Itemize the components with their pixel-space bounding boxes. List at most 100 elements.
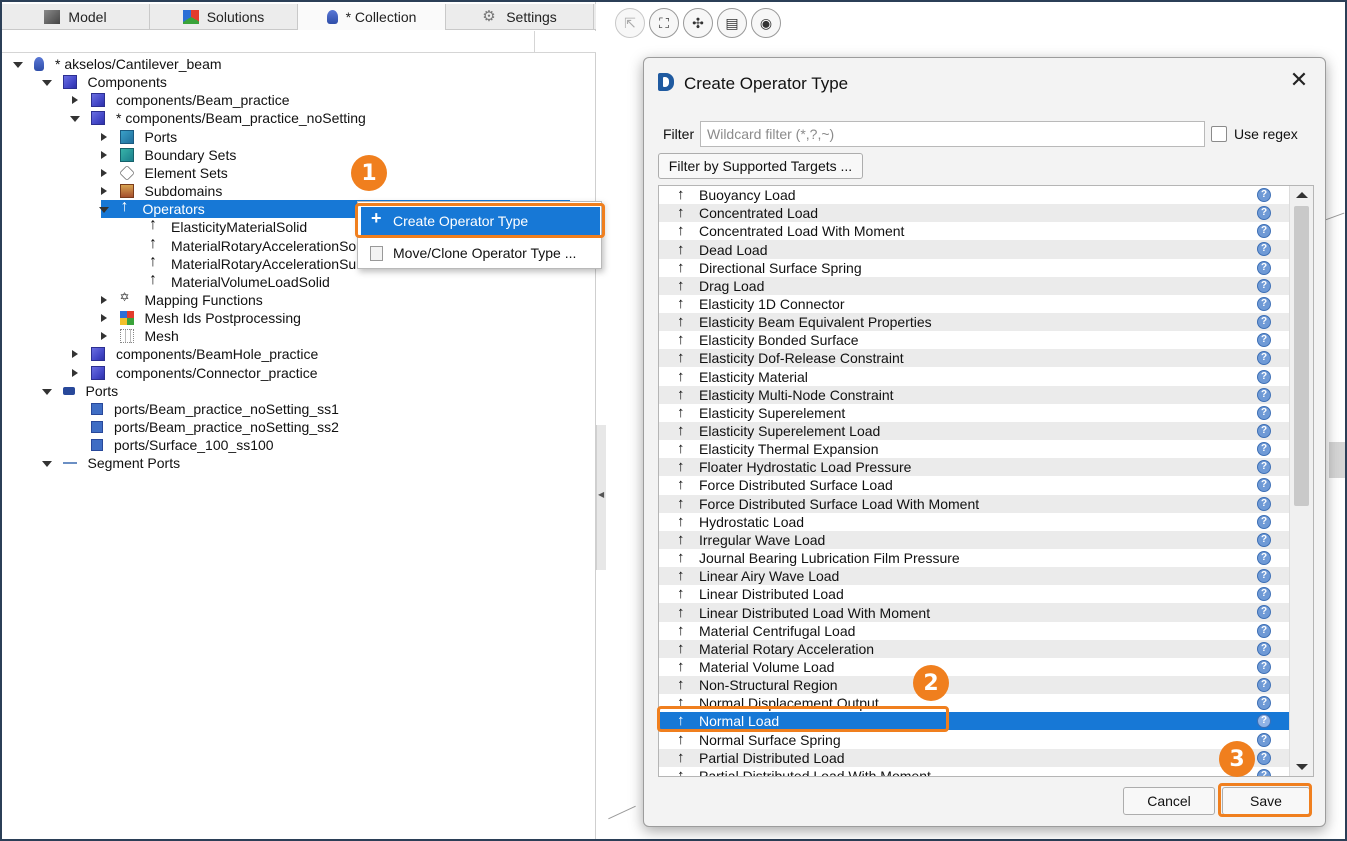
help-icon[interactable]: ?: [1257, 460, 1271, 475]
tree-item[interactable]: * akselos/Cantilever_beam: [12, 55, 222, 73]
list-item[interactable]: ↑ Elasticity Multi-Node Constraint?: [659, 385, 1289, 404]
cancel-button[interactable]: Cancel: [1123, 787, 1215, 815]
help-icon[interactable]: ?: [1257, 768, 1271, 776]
list-item[interactable]: ↑ Linear Distributed Load?: [659, 585, 1289, 603]
tree-item[interactable]: ports/Beam_practice_noSetting_ss1: [69, 400, 339, 418]
collapse-arrow-icon[interactable]: [98, 203, 110, 215]
collapse-arrow-icon[interactable]: [41, 385, 53, 397]
tab-settings[interactable]: ⚙ Settings: [446, 4, 594, 30]
help-icon[interactable]: ?: [1257, 296, 1271, 311]
list-scrollbar[interactable]: [1289, 186, 1313, 776]
tab-collection[interactable]: * Collection: [298, 4, 446, 30]
list-item[interactable]: ↑ Partial Distributed Load With Moment?: [659, 767, 1289, 776]
list-item[interactable]: ↑ Normal Surface Spring?: [659, 731, 1289, 749]
tree-item[interactable]: Element Sets: [98, 164, 228, 182]
list-item[interactable]: ↑ Elasticity Material?: [659, 368, 1289, 386]
list-item[interactable]: ↑ Journal Bearing Lubrication Film Pressu…: [659, 549, 1289, 567]
layers-icon[interactable]: ▤: [717, 8, 747, 38]
tree-item[interactable]: ports/Beam_practice_noSetting_ss2: [69, 418, 339, 436]
tab-model[interactable]: Model: [2, 4, 150, 30]
help-icon[interactable]: ?: [1257, 732, 1271, 747]
expand-arrow-icon[interactable]: [98, 167, 110, 179]
tree-item[interactable]: MaterialRotaryAccelerationSo: [126, 235, 356, 255]
scroll-down-icon[interactable]: [1296, 764, 1308, 770]
help-icon[interactable]: ?: [1257, 387, 1271, 402]
collapse-arrow-icon[interactable]: [12, 58, 24, 70]
list-item[interactable]: ↑ Elasticity Beam Equivalent Properties?: [659, 313, 1289, 332]
tree-item[interactable]: Ports: [98, 128, 177, 146]
splitter-arrow-icon[interactable]: ◀: [598, 490, 604, 499]
help-icon[interactable]: ?: [1257, 496, 1271, 511]
tree-item[interactable]: * components/Beam_practice_noSetting: [69, 109, 366, 127]
help-icon[interactable]: ?: [1257, 442, 1271, 457]
help-icon[interactable]: ?: [1257, 714, 1271, 729]
use-regex-checkbox[interactable]: [1211, 126, 1227, 142]
filter-input[interactable]: [700, 121, 1205, 147]
tree-item[interactable]: MaterialVolumeLoadSolid: [126, 271, 330, 291]
help-icon[interactable]: ?: [1257, 315, 1271, 330]
expand-arrow-icon[interactable]: [69, 348, 81, 360]
list-item[interactable]: ↑ Material Centrifugal Load?: [659, 622, 1289, 640]
help-icon[interactable]: ?: [1257, 623, 1271, 638]
help-icon[interactable]: ?: [1257, 478, 1271, 493]
tree-item[interactable]: ports/Surface_100_ss100: [69, 436, 274, 454]
list-item[interactable]: ↑ Elasticity Bonded Surface?: [659, 331, 1289, 349]
help-icon[interactable]: ?: [1257, 696, 1271, 711]
help-icon[interactable]: ?: [1257, 605, 1271, 620]
expand-arrow-icon[interactable]: [98, 185, 110, 197]
list-item[interactable]: ↑ Buoyancy Load?: [659, 186, 1289, 204]
select-pointer-icon[interactable]: ⇱: [615, 8, 645, 38]
fit-view-icon[interactable]: ⛶: [649, 8, 679, 38]
list-item[interactable]: ↑ Concentrated Load?: [659, 204, 1289, 223]
list-item[interactable]: ↑ Concentrated Load With Moment?: [659, 222, 1289, 240]
scroll-up-icon[interactable]: [1296, 192, 1308, 198]
list-item[interactable]: ↑ Hydrostatic Load?: [659, 513, 1289, 531]
expand-arrow-icon[interactable]: [98, 131, 110, 143]
help-icon[interactable]: ?: [1257, 224, 1271, 239]
tree-item[interactable]: Subdomains: [98, 182, 222, 200]
close-icon[interactable]: ✕: [1287, 68, 1311, 92]
help-icon[interactable]: ?: [1257, 369, 1271, 384]
list-item[interactable]: ↑ Material Rotary Acceleration?: [659, 639, 1289, 658]
list-item[interactable]: ↑ Material Volume Load?: [659, 658, 1289, 676]
tab-solutions[interactable]: Solutions: [150, 4, 298, 30]
help-icon[interactable]: ?: [1257, 532, 1271, 547]
tree-item[interactable]: Components: [41, 73, 167, 91]
list-item[interactable]: ↑ Directional Surface Spring?: [659, 259, 1289, 277]
list-item[interactable]: ↑ Linear Airy Wave Load?: [659, 567, 1289, 586]
help-icon[interactable]: ?: [1257, 333, 1271, 348]
filter-by-targets-button[interactable]: Filter by Supported Targets ...: [658, 153, 863, 179]
help-icon[interactable]: ?: [1257, 551, 1271, 565]
list-item[interactable]: ↑ Force Distributed Surface Load With Mom…: [659, 494, 1289, 513]
tree-item[interactable]: Mesh: [98, 327, 179, 345]
help-icon[interactable]: ?: [1257, 587, 1271, 602]
list-item[interactable]: ↑ Elasticity Thermal Expansion?: [659, 440, 1289, 458]
help-icon[interactable]: ?: [1257, 405, 1271, 420]
tree-item[interactable]: components/Connector_practice: [69, 364, 318, 382]
list-item[interactable]: ↑ Floater Hydrostatic Load Pressure?: [659, 458, 1289, 477]
help-icon[interactable]: ?: [1257, 206, 1271, 221]
visibility-eye-icon[interactable]: ◉: [751, 8, 781, 38]
help-icon[interactable]: ?: [1257, 514, 1271, 529]
help-icon[interactable]: ?: [1257, 242, 1271, 257]
help-icon[interactable]: ?: [1257, 260, 1271, 275]
tree-item[interactable]: Mesh Ids Postprocessing: [98, 309, 301, 327]
help-icon[interactable]: ?: [1257, 678, 1271, 693]
collapse-arrow-icon[interactable]: [69, 112, 81, 124]
expand-arrow-icon[interactable]: [98, 312, 110, 324]
list-item[interactable]: ↑ Partial Distributed Load?: [659, 748, 1289, 767]
expand-arrow-icon[interactable]: [69, 367, 81, 379]
list-item[interactable]: ↑ Linear Distributed Load With Moment?: [659, 603, 1289, 622]
expand-arrow-icon[interactable]: [98, 330, 110, 342]
list-item[interactable]: ↑ Drag Load?: [659, 276, 1289, 295]
list-item[interactable]: ↑ Elasticity Superelement Load?: [659, 421, 1289, 441]
help-icon[interactable]: ?: [1257, 659, 1271, 674]
list-item[interactable]: ↑ Elasticity Dof-Release Constraint?: [659, 349, 1289, 368]
help-icon[interactable]: ?: [1257, 750, 1271, 765]
expand-arrow-icon[interactable]: [98, 294, 110, 306]
help-icon[interactable]: ?: [1257, 641, 1271, 656]
expand-arrow-icon[interactable]: [98, 149, 110, 161]
list-item[interactable]: ↑ Dead Load?: [659, 240, 1289, 259]
list-item[interactable]: ↑ Elasticity 1D Connector?: [659, 295, 1289, 313]
scroll-thumb[interactable]: [1294, 206, 1309, 506]
